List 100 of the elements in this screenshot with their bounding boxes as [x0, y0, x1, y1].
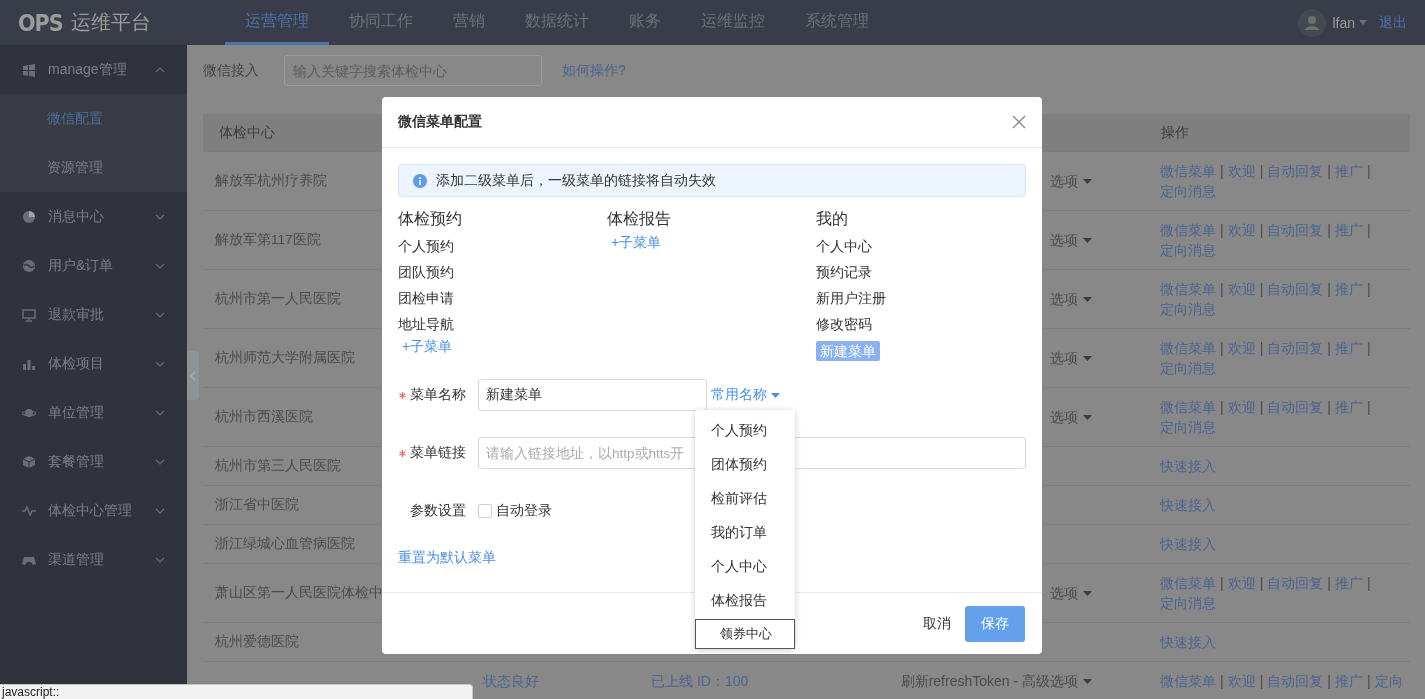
logout-link[interactable]: 退出	[1379, 13, 1407, 32]
link-separator: |	[1327, 163, 1331, 179]
menu-title[interactable]: 我的	[816, 208, 1026, 230]
action-link[interactable]: 快速接入	[1160, 536, 1216, 552]
menu-item[interactable]: 预约记录	[816, 259, 872, 285]
action-link[interactable]: 定向消息	[1160, 360, 1216, 376]
action-link[interactable]: 欢迎	[1227, 399, 1256, 415]
logo-text: 运维平台	[70, 10, 151, 35]
caret-icon	[1359, 20, 1367, 25]
action-link[interactable]: 定向消息	[1160, 419, 1216, 435]
action-link[interactable]: 欢迎	[1227, 222, 1256, 238]
dropdown-option[interactable]: 团体预约	[695, 448, 795, 482]
action-link[interactable]: 推广	[1334, 340, 1363, 356]
action-link[interactable]: 推广	[1334, 399, 1363, 415]
menu-title[interactable]: 体检预约	[398, 208, 607, 230]
action-link[interactable]: 欢迎	[1227, 575, 1256, 591]
sidebar-item[interactable]: 用户&订单	[0, 241, 187, 290]
action-link[interactable]: 微信菜单	[1160, 575, 1216, 591]
options-dropdown[interactable]: 刷新refreshToken - 高级选项	[900, 671, 1092, 691]
link-separator: |	[1259, 222, 1264, 238]
action-link[interactable]: 快速接入	[1160, 634, 1216, 650]
collapse-handle[interactable]	[187, 351, 199, 400]
link-separator: |	[1259, 163, 1264, 179]
action-link[interactable]: 欢迎	[1227, 281, 1256, 297]
menu-name-field[interactable]: 新建菜单	[478, 379, 707, 411]
action-link[interactable]: 微信菜单	[1160, 281, 1216, 297]
action-link[interactable]: 定向消息	[1160, 595, 1216, 611]
menu-item[interactable]: 团队预约	[398, 259, 454, 285]
monitor-icon	[22, 307, 36, 322]
user-menu[interactable]: lfan	[1332, 14, 1367, 31]
action-link[interactable]: 定向消息	[1160, 242, 1216, 258]
help-link[interactable]: 如何操作?	[562, 61, 626, 80]
sidebar-item[interactable]: 体检项目	[0, 339, 187, 388]
caret-icon	[1083, 678, 1092, 684]
action-link[interactable]: 推广	[1334, 222, 1363, 238]
sidebar-item[interactable]: 单位管理	[0, 388, 187, 437]
link-separator: |	[1366, 340, 1371, 356]
action-link[interactable]: 推广	[1334, 673, 1363, 689]
dropdown-option[interactable]: 个人预约	[695, 414, 795, 448]
sidebar-item[interactable]: manage管理	[0, 45, 187, 94]
action-link[interactable]: 微信菜单	[1160, 163, 1216, 179]
action-link[interactable]: 快速接入	[1160, 458, 1216, 474]
submenu-item[interactable]: 资源管理	[0, 143, 187, 192]
action-link[interactable]: 推广	[1334, 163, 1363, 179]
sidebar-item[interactable]: 消息中心	[0, 192, 187, 241]
menu-item[interactable]: 地址导航	[398, 311, 454, 337]
dropdown-option[interactable]: 我的订单	[695, 516, 795, 550]
caret-icon	[1083, 590, 1092, 596]
column-header: 操作	[1145, 114, 1410, 152]
link-separator: |	[1220, 575, 1224, 591]
options-dropdown[interactable]: 选项	[1050, 289, 1092, 309]
sidebar-item[interactable]: 套餐管理	[0, 437, 187, 486]
action-link[interactable]: 定向	[1374, 673, 1403, 689]
menu-item[interactable]: 新建菜单	[816, 341, 880, 361]
link-separator: |	[1220, 340, 1224, 356]
action-link[interactable]: 欢迎	[1227, 673, 1256, 689]
options-dropdown[interactable]: 选项	[1050, 407, 1092, 427]
link-separator: |	[1366, 399, 1371, 415]
close-icon[interactable]	[1012, 115, 1026, 129]
caret-icon	[1083, 414, 1092, 420]
chevron-icon	[155, 507, 165, 514]
add-submenu-link[interactable]: +子菜单	[402, 337, 453, 355]
save-button[interactable]: 保存	[965, 605, 1025, 642]
dropdown-option[interactable]: 领券中心	[695, 619, 795, 649]
action-link[interactable]: 推广	[1334, 281, 1363, 297]
sidebar-item[interactable]: 体检中心管理	[0, 486, 187, 535]
action-link[interactable]: 欢迎	[1227, 340, 1256, 356]
action-link[interactable]: 欢迎	[1227, 163, 1256, 179]
action-link[interactable]: 定向消息	[1160, 301, 1216, 317]
caret-icon	[1083, 178, 1092, 184]
options-dropdown[interactable]: 选项	[1050, 171, 1092, 191]
menu-item[interactable]: 个人预约	[398, 233, 454, 259]
dropdown-option[interactable]: 个人中心	[695, 550, 795, 584]
submenu-item[interactable]: 微信配置	[0, 94, 187, 143]
dropdown-option[interactable]: 体检报告	[695, 584, 795, 618]
action-link[interactable]: 微信菜单	[1160, 399, 1216, 415]
action-link[interactable]: 快速接入	[1160, 497, 1216, 513]
checkbox[interactable]	[478, 504, 492, 518]
menu-item[interactable]: 修改密码	[816, 311, 872, 337]
action-link[interactable]: 推广	[1334, 575, 1363, 591]
sidebar-item[interactable]: 退款审批	[0, 290, 187, 339]
action-link[interactable]: 定向消息	[1160, 183, 1216, 199]
action-link[interactable]: 微信菜单	[1160, 340, 1216, 356]
menu-item[interactable]: 个人中心	[816, 233, 872, 259]
options-dropdown[interactable]: 选项	[1050, 348, 1092, 368]
menu-item[interactable]: 新用户注册	[816, 285, 886, 311]
options-dropdown[interactable]: 选项	[1050, 583, 1092, 603]
dropdown-option[interactable]: 检前评估	[695, 482, 795, 516]
link-separator: |	[1220, 222, 1224, 238]
action-link[interactable]: 微信菜单	[1160, 222, 1216, 238]
add-submenu-link[interactable]: +子菜单	[611, 233, 662, 251]
preset-names-link[interactable]: 常用名称	[711, 386, 780, 404]
options-dropdown[interactable]: 选项	[1050, 230, 1092, 250]
link-separator: |	[1220, 281, 1224, 297]
sidebar-item[interactable]: 渠道管理	[0, 535, 187, 584]
reset-menu-link[interactable]: 重置为默认菜单	[398, 549, 496, 567]
menu-item[interactable]: 团检申请	[398, 285, 454, 311]
cube-icon	[22, 454, 36, 469]
menu-title[interactable]: 体检报告	[607, 208, 816, 230]
action-link[interactable]: 微信菜单	[1160, 673, 1216, 689]
